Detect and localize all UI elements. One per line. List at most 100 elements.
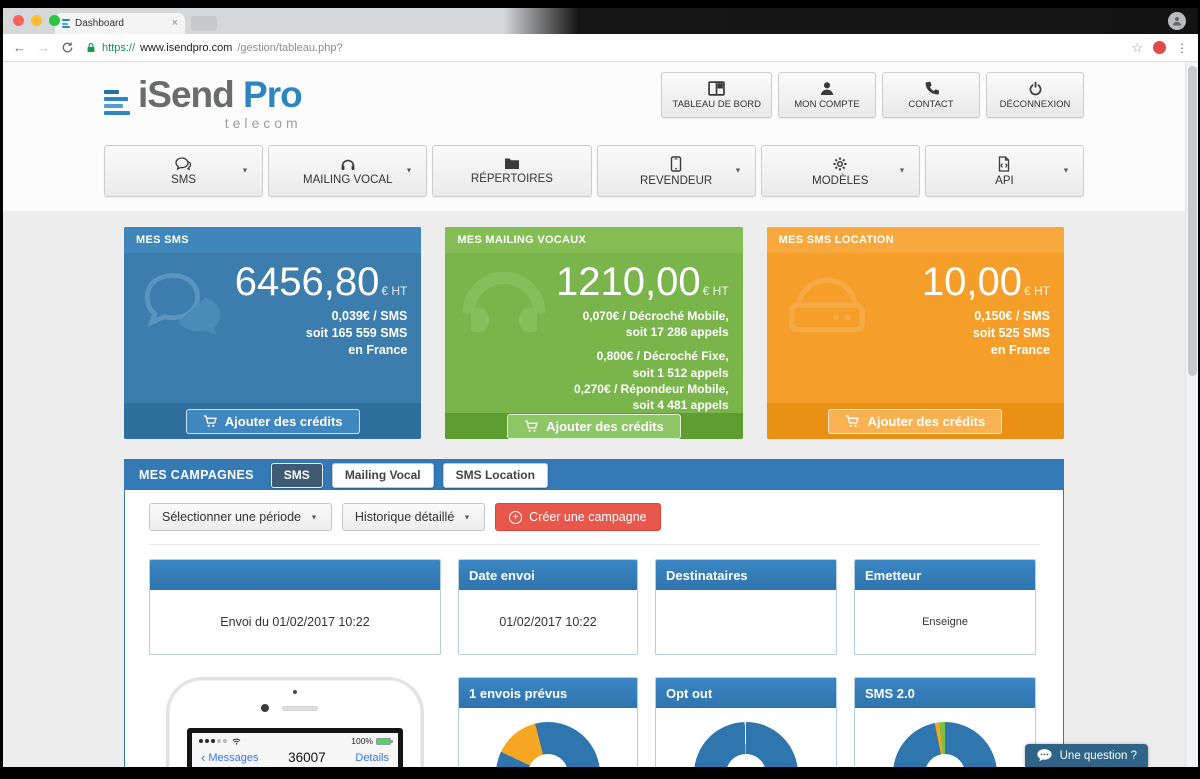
browser-profile-avatar[interactable]	[1168, 12, 1186, 30]
site-header: iSend Pro telecom TABLEAU DE BORD	[3, 62, 1185, 211]
tab-close-icon[interactable]: ×	[172, 18, 178, 29]
detailed-history-dropdown[interactable]: Historique détaillé ▼	[342, 503, 485, 531]
cell-header: SMS 2.0	[855, 678, 1035, 708]
details-link[interactable]: Details	[355, 752, 389, 764]
nav-contact-button[interactable]: CONTACT	[882, 72, 980, 118]
logo-wordmark: iSend Pro	[138, 76, 302, 113]
menu-label: REVENDEUR	[640, 175, 712, 187]
headset-icon	[340, 157, 356, 171]
donut-chart-opt-out	[694, 722, 798, 767]
menu-repertoires[interactable]: RÉPERTOIRES	[432, 145, 591, 197]
add-credits-button[interactable]: Ajouter des crédits	[828, 409, 1002, 434]
phone-icon	[924, 81, 939, 96]
nav-tableau-de-bord-button[interactable]: TABLEAU DE BORD	[661, 72, 772, 118]
donut-chart-sms20	[893, 722, 997, 767]
table-cell-envoi[interactable]: Envoi du 01/02/2017 10:22	[149, 559, 441, 655]
stat-card-sms-20[interactable]: SMS 2.0	[854, 677, 1036, 767]
iphone-mockup: 100% ‹Messages 36007 Details	[166, 677, 424, 767]
cart-icon	[845, 415, 859, 428]
chat-widget-label: Une question ?	[1060, 750, 1137, 762]
isendpro-logo[interactable]: iSend Pro telecom	[104, 72, 302, 131]
url-host: www.isendpro.com	[140, 42, 232, 54]
stat-card-opt-out[interactable]: Opt out	[655, 677, 837, 767]
table-cell-destinataires[interactable]: Destinataires	[655, 559, 837, 655]
plus-icon: +	[509, 511, 522, 524]
select-period-dropdown[interactable]: Sélectionner une période ▼	[149, 503, 332, 531]
menu-revendeur[interactable]: REVENDEUR ▼	[597, 145, 756, 197]
menu-label: MODÈLES	[812, 175, 868, 187]
campaigns-actions: Sélectionner une période ▼ Historique dé…	[149, 503, 1039, 531]
credit-line: soit 165 559 SMS	[138, 325, 407, 342]
back-icon[interactable]: ←	[13, 40, 26, 55]
credit-line: 0,270€ / Répondeur Mobile,	[459, 381, 728, 397]
window-controls[interactable]	[13, 15, 60, 26]
phone-preview: 100% ‹Messages 36007 Details	[149, 677, 441, 767]
dashboard-icon	[708, 81, 725, 96]
minimize-window-button[interactable]	[31, 15, 42, 26]
credit-amount: 1210,00€ HT	[459, 261, 728, 303]
credit-amount: 6456,80€ HT	[138, 261, 407, 303]
url-protocol: https://	[102, 42, 135, 54]
add-credits-button[interactable]: Ajouter des crédits	[186, 409, 360, 434]
credit-line: en France	[781, 342, 1050, 359]
phone-nav-bar: ‹Messages 36007 Details	[192, 747, 398, 767]
table-cell-date-envoi[interactable]: Date envoi 01/02/2017 10:22	[458, 559, 638, 655]
scrollbar-thumb[interactable]	[1188, 66, 1197, 376]
menu-sms[interactable]: SMS ▼	[104, 145, 263, 197]
tab-mailing-vocal[interactable]: Mailing Vocal	[332, 463, 434, 488]
chevron-down-icon: ▼	[464, 513, 471, 521]
extension-icon[interactable]	[1153, 41, 1166, 54]
battery-percent: 100%	[351, 736, 373, 746]
page-content: iSend Pro telecom TABLEAU DE BORD	[3, 62, 1198, 767]
close-window-button[interactable]	[13, 15, 24, 26]
new-tab-button[interactable]	[191, 16, 217, 31]
create-campaign-button[interactable]: + Créer une campagne	[495, 503, 660, 531]
messages-back-link[interactable]: ‹Messages	[201, 750, 258, 765]
chevron-down-icon: ▼	[734, 167, 741, 175]
add-credits-label: Ajouter des crédits	[867, 414, 985, 429]
tab-sms-location[interactable]: SMS Location	[443, 463, 548, 488]
cell-header: Destinataires	[656, 560, 836, 590]
phone-speaker	[282, 706, 318, 711]
tab-sms[interactable]: SMS	[271, 463, 323, 488]
stat-card-envois-prevus[interactable]: 1 envois prévus	[458, 677, 638, 767]
nav-button-label: CONTACT	[908, 99, 953, 110]
zoom-window-button[interactable]	[49, 15, 60, 26]
battery-icon	[376, 738, 391, 745]
credit-line: 0,070€ / Décroché Mobile,	[459, 308, 728, 324]
mobile-icon	[670, 156, 682, 172]
credit-card-title: MES SMS LOCATION	[767, 227, 1064, 253]
nav-mon-compte-button[interactable]: MON COMPTE	[778, 72, 876, 118]
user-icon	[1171, 15, 1183, 27]
menu-api[interactable]: API ▼	[925, 145, 1084, 197]
browser-tab-strip: Dashboard ×	[3, 8, 1198, 34]
phone-status-bar: 100%	[192, 733, 398, 747]
credit-line: soit 4 481 appels	[459, 397, 728, 413]
chevron-down-icon: ▼	[898, 167, 905, 175]
chat-widget-button[interactable]: Une question ?	[1025, 744, 1148, 767]
browser-tab-dashboard[interactable]: Dashboard ×	[55, 13, 185, 34]
menu-label: API	[995, 175, 1014, 187]
reload-icon[interactable]	[61, 41, 74, 54]
phone-screen: 100% ‹Messages 36007 Details	[187, 728, 403, 767]
add-credits-button[interactable]: Ajouter des crédits	[507, 414, 681, 439]
table-cell-emetteur[interactable]: Emetteur Enseigne	[854, 559, 1036, 655]
menu-modeles[interactable]: MODÈLES ▼	[761, 145, 920, 197]
credit-line: soit 17 286 appels	[459, 324, 728, 340]
bookmark-star-icon[interactable]: ☆	[1131, 40, 1143, 56]
credit-line: 0,150€ / SMS	[781, 308, 1050, 325]
folder-icon	[504, 157, 520, 170]
menu-label: SMS	[171, 174, 196, 186]
forward-icon[interactable]: →	[37, 40, 50, 55]
page-scrollbar[interactable]	[1185, 62, 1198, 767]
campaign-table: Envoi du 01/02/2017 10:22 Date envoi 01/…	[149, 545, 1039, 767]
browser-menu-icon[interactable]: ⋮	[1176, 41, 1188, 55]
credit-line: soit 1 512 appels	[459, 365, 728, 381]
menu-mailing-vocal[interactable]: MAILING VOCAL ▼	[268, 145, 427, 197]
dropdown-label: Historique détaillé	[355, 510, 454, 524]
chevron-down-icon: ▼	[1063, 167, 1070, 175]
cell-header: Date envoi	[459, 560, 637, 590]
nav-deconnexion-button[interactable]: DÉCONNEXION	[986, 72, 1084, 118]
address-field[interactable]: https://www.isendpro.com/gestion/tableau…	[85, 41, 343, 54]
credit-card-sms-location: MES SMS LOCATION 10,00€ HT 0,150€ / SMS …	[767, 227, 1064, 439]
